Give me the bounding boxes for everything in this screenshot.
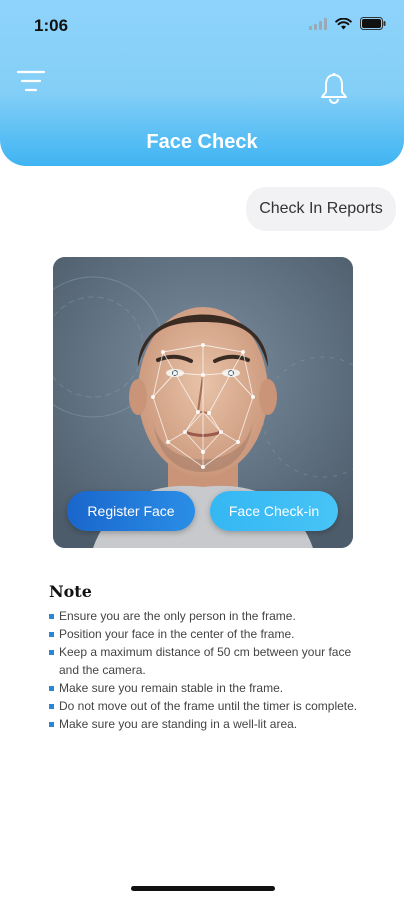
bullet-icon (49, 614, 54, 619)
menu-icon (16, 70, 46, 100)
bullet-icon (49, 650, 54, 656)
wifi-icon (335, 17, 352, 35)
note-item: Keep a maximum distance of 50 cm between… (49, 644, 369, 679)
note-item: Make sure you are standing in a well-lit… (49, 716, 369, 734)
bullet-icon (49, 685, 54, 691)
note-item: Make sure you remain stable in the frame… (49, 680, 369, 698)
status-time: 1:06 (34, 16, 69, 35)
home-indicator[interactable] (131, 886, 275, 891)
note-item: Do not move out of the frame until the t… (49, 698, 369, 716)
menu-button[interactable] (16, 66, 46, 96)
note-list: Ensure you are the only person in the fr… (49, 608, 369, 734)
battery-icon (360, 17, 386, 35)
status-icons (309, 17, 386, 35)
note-item-text: Make sure you remain stable in the frame… (59, 680, 284, 695)
signal-icon (309, 17, 327, 35)
bullet-icon (49, 632, 54, 638)
face-check-in-button[interactable]: Face Check-in (210, 491, 338, 531)
bullet-icon (49, 703, 54, 709)
app-header: 1:06 Face Check (0, 0, 404, 166)
note-item-text: Do not move out of the frame until the t… (59, 698, 358, 713)
note-title: Note (49, 582, 92, 601)
register-face-button[interactable]: Register Face (67, 491, 195, 531)
note-item: Position your face in the center of the … (49, 626, 369, 644)
note-item-text: Keep a maximum distance of 50 cm between… (59, 645, 352, 677)
check-in-reports-button[interactable]: Check In Reports (246, 187, 396, 231)
notifications-button[interactable] (319, 72, 349, 104)
note-item-text: Make sure you are standing in a well-lit… (59, 716, 298, 731)
status-bar: 1:06 (0, 0, 404, 50)
note-item: Ensure you are the only person in the fr… (49, 608, 369, 626)
note-item-text: Ensure you are the only person in the fr… (59, 609, 296, 623)
bell-icon (319, 73, 349, 108)
page-title: Face Check (146, 131, 258, 153)
note-item-text: Position your face in the center of the … (59, 627, 295, 642)
bullet-icon (49, 721, 54, 727)
